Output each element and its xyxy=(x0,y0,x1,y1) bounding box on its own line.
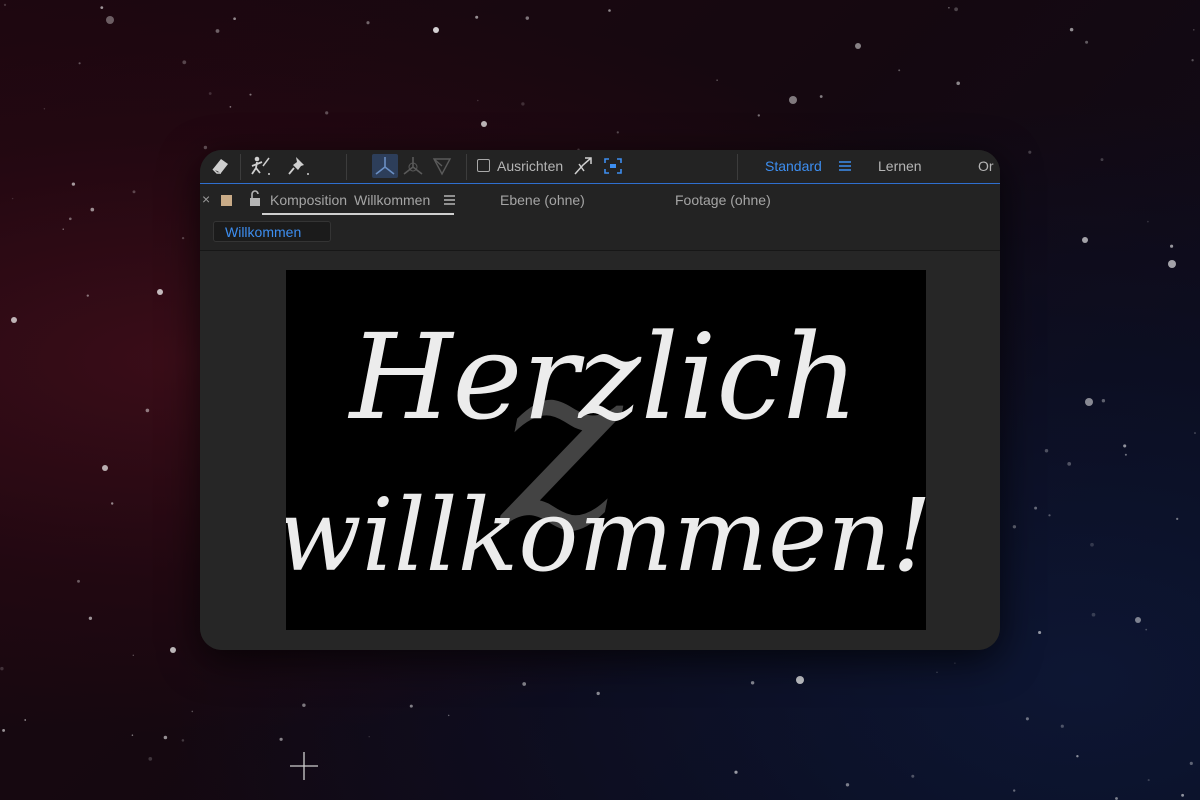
headline-line-1: Herzlich xyxy=(348,308,859,446)
eraser-tool-icon[interactable] xyxy=(208,154,234,178)
tools-toolbar: Ausrichten Standard Lernen Or xyxy=(200,150,1000,184)
unlock-icon[interactable] xyxy=(242,187,262,211)
close-tab-icon[interactable]: × xyxy=(202,191,210,207)
workspace-overflow[interactable]: Or xyxy=(978,158,994,174)
expand-frame-icon[interactable] xyxy=(600,154,626,178)
headline-line-2: willkommen! xyxy=(286,477,926,594)
workspace-standard[interactable]: Standard xyxy=(765,158,822,174)
pin-tool-icon[interactable] xyxy=(286,154,312,178)
breadcrumb-composition[interactable]: Willkommen xyxy=(213,221,331,242)
footage-tab[interactable]: Footage (ohne) xyxy=(675,192,771,208)
workspace-learn[interactable]: Lernen xyxy=(878,158,922,174)
view-axis-icon[interactable] xyxy=(429,154,455,178)
panel-menu-icon[interactable] xyxy=(437,188,463,212)
layer-tab[interactable]: Ebene (ohne) xyxy=(500,192,585,208)
label-color-swatch[interactable] xyxy=(221,195,232,206)
crosshair-cursor-icon xyxy=(290,752,318,780)
world-axis-icon[interactable] xyxy=(400,154,426,178)
panel-tab-row: × Komposition Willkommen Ebene (ohne) Fo… xyxy=(200,184,1000,216)
composition-tab-name[interactable]: Willkommen xyxy=(354,192,430,208)
snap-options-icon[interactable] xyxy=(570,154,596,178)
workspace-menu-icon[interactable] xyxy=(832,154,858,178)
composition-tab-label[interactable]: Komposition xyxy=(270,192,347,208)
snap-checkbox[interactable] xyxy=(477,159,490,172)
snap-label: Ausrichten xyxy=(497,158,564,174)
composition-breadcrumb-bar: Willkommen xyxy=(200,216,1000,251)
composition-canvas[interactable]: z Herzlich willkommen! xyxy=(286,270,926,630)
local-axis-icon[interactable] xyxy=(372,154,398,178)
puppet-tool-icon[interactable] xyxy=(247,154,273,178)
after-effects-window: Ausrichten Standard Lernen Or × Komposit… xyxy=(200,150,1000,650)
active-tab-indicator xyxy=(262,213,454,215)
composition-viewer[interactable]: z Herzlich willkommen! xyxy=(200,251,1000,650)
